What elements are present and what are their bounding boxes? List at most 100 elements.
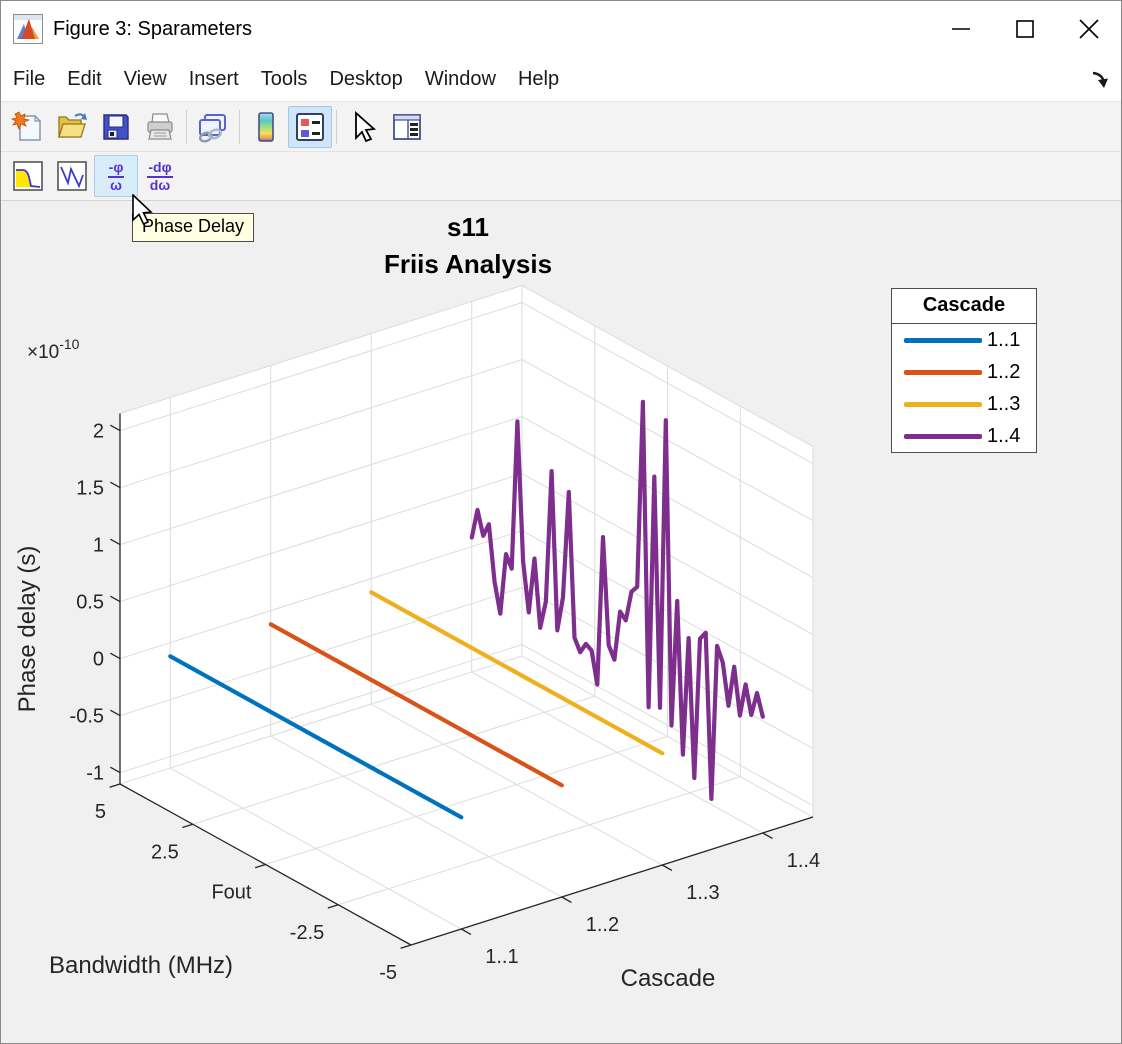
title-bar: Figure 3: Sparameters [1,1,1121,57]
menu-item-view[interactable]: View [113,64,178,95]
z-tick-label: 1.5 [76,478,104,500]
legend-line-swatch [904,401,982,407]
toolbar-separator [336,109,337,144]
y-tick-label: 1..4 [787,850,820,872]
menu-item-help[interactable]: Help [507,64,570,95]
x-tick-mark [182,823,193,829]
open-file-icon [58,112,87,138]
legend[interactable]: Cascade 1..1 1..2 1..3 1..4 [891,288,1037,453]
y-tick-label: 1..1 [485,946,518,968]
insert-legend-button[interactable] [288,105,332,148]
x-tick-label: 2.5 [151,841,179,863]
menu-item-insert[interactable]: Insert [178,64,250,95]
z-tick-mark [109,652,121,660]
insert-legend-icon [296,112,324,141]
z-tick-label: 0.5 [76,592,104,614]
close-button[interactable] [1057,1,1121,57]
x-tick-mark [109,783,121,788]
z-tick-label: -0.5 [70,706,104,728]
property-editor-icon [393,113,421,140]
matlab-figure-icon [13,14,43,44]
menu-bar: File Edit View Insert Tools Desktop Wind… [1,57,1121,102]
legend-entry[interactable]: 1..3 [892,388,1036,420]
y-tick-mark [460,928,472,935]
new-figure-icon [11,110,42,141]
rf-group-delay-button[interactable]: -dφ dω [138,155,182,197]
y-axis-label: Cascade [621,965,716,992]
legend-line-swatch [904,433,982,439]
minimize-button[interactable] [929,1,993,57]
window-title: Figure 3: Sparameters [53,17,252,40]
legend-entry[interactable]: 1..1 [892,324,1036,356]
legend-line-swatch [904,369,982,375]
menu-item-file[interactable]: File [13,64,56,95]
new-figure-button[interactable] [6,106,50,148]
toolbar-separator [186,109,187,144]
rf-plot-toolbar: -φ ω -dφ dω [1,152,1121,201]
x-tick-mark [254,863,266,869]
figure-canvas: 5 2.5 Fout -2.5 -5 1..1 1..2 1..3 1..4 -1 -0.5 0 0.5… [1,201,1121,1043]
tooltip-phase-delay: Phase Delay [132,213,255,242]
y-tick-mark [561,896,572,903]
toolbar-separator [239,109,240,144]
z-tick-mark [109,481,121,489]
x-tick-mark [400,944,412,949]
group-delay-icon: -dφ dω [147,158,173,193]
close-icon [1079,19,1099,39]
x-tick-label: -5 [379,962,397,984]
maximize-icon [1016,20,1034,38]
z-tick-mark [109,766,121,774]
legend-entry[interactable]: 1..2 [892,356,1036,388]
save-figure-icon [103,113,129,140]
angle-plot-icon [57,161,87,191]
open-file-button[interactable] [50,106,94,148]
window-controls [929,1,1121,57]
z-tick-mark [109,709,121,717]
z-tick-mark [109,424,121,432]
maximize-button[interactable] [993,1,1057,57]
chart-title-line2: Friis Analysis [383,249,553,279]
y-tick-label: 1..2 [586,914,619,936]
magnitude-plot-icon [13,161,43,191]
z-tick-label: 2 [93,421,104,443]
x-axis-label: Bandwidth (MHz) [49,952,233,979]
dock-figure-icon[interactable] [1089,67,1113,91]
menu-item-window[interactable]: Window [414,64,507,95]
x-tick-label: -2.5 [290,922,324,944]
z-tick-mark [109,595,121,603]
z-tick-label: -1 [86,763,104,785]
save-figure-button[interactable] [94,106,138,148]
chart-title: s11 Friis Analysis [268,209,668,283]
link-plot-icon [198,113,226,142]
rf-phase-delay-button[interactable]: -φ ω [94,155,138,197]
z-tick-label: 0 [93,649,104,671]
edit-plot-button[interactable] [341,106,385,148]
insert-colorbar-button[interactable] [244,106,288,148]
legend-entry-label: 1..2 [987,360,1021,383]
legend-entry-label: 1..1 [987,328,1021,351]
figure-window: Figure 3: Sparameters File Edit View Ins… [0,0,1122,1044]
link-plot-button[interactable] [191,106,235,148]
legend-entry-label: 1..4 [987,424,1021,447]
legend-entry[interactable]: 1..4 [892,420,1036,452]
legend-line-swatch [904,337,982,343]
menu-item-edit[interactable]: Edit [56,64,112,95]
y-tick-mark [762,832,773,839]
menu-item-tools[interactable]: Tools [250,64,319,95]
chart-title-line1: s11 [447,212,489,242]
y-tick-label: 1..3 [686,882,719,904]
plot-box-background [120,285,813,945]
menu-item-desktop[interactable]: Desktop [318,64,413,95]
z-tick-mark [109,538,121,546]
z-tick-label: 1 [93,535,104,557]
print-figure-icon [147,112,173,140]
print-figure-button[interactable] [138,106,182,148]
y-tick-mark [661,864,673,871]
phase-delay-icon: -φ ω [107,158,125,193]
rf-magnitude-button[interactable] [6,155,50,197]
property-editor-button[interactable] [385,106,429,148]
minimize-icon [952,28,970,30]
insert-colorbar-icon [258,111,274,142]
rf-angle-button[interactable] [50,155,94,197]
edit-plot-icon [355,110,377,142]
